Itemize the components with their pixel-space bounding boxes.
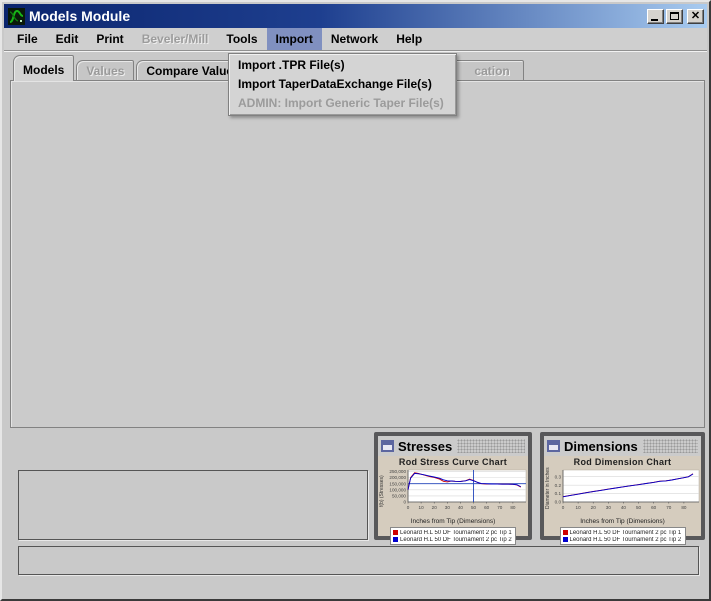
close-button[interactable]: ✕ <box>687 9 704 24</box>
dimension-chart-title: Rod Dimension Chart <box>546 457 699 467</box>
dimension-y-axis-label: Diameter in Inches <box>545 467 551 509</box>
legend-label: Leonard H.L 50 DF Tournament 2 pc Tip 2 <box>400 537 512 543</box>
svg-text:50: 50 <box>636 505 642 510</box>
svg-text:40: 40 <box>621 505 627 510</box>
dimensions-frame-title: Dimensions <box>564 439 638 454</box>
window-title: Models Module <box>29 8 645 24</box>
dimension-chart-panel: Rod Dimension Chart Diameter in Inches 0… <box>544 456 701 536</box>
svg-text:0.2: 0.2 <box>555 483 562 488</box>
tab-models[interactable]: Models <box>13 55 74 81</box>
frame-window-icon <box>381 440 394 452</box>
dimensions-frame-titlebar[interactable]: Dimensions <box>544 436 701 456</box>
svg-text:60: 60 <box>484 505 490 510</box>
minimize-button[interactable] <box>647 9 664 24</box>
svg-text:80: 80 <box>681 505 687 510</box>
legend-swatch-icon <box>393 537 398 542</box>
legend-label: Leonard H.L 50 DF Tournament 2 pc Tip 1 <box>570 530 682 536</box>
stresses-frame-titlebar[interactable]: Stresses <box>378 436 528 456</box>
legend-swatch-icon <box>563 537 568 542</box>
menu-import[interactable]: Import <box>267 28 322 50</box>
stress-chart-title: Rod Stress Curve Chart <box>380 457 526 467</box>
stresses-frame-title: Stresses <box>398 439 452 454</box>
dimension-chart: 0.0 0.1 0.2 0.3 0 10 20 30 40 50 60 70 80 <box>546 467 703 513</box>
svg-text:20: 20 <box>591 505 597 510</box>
maximize-icon <box>670 12 679 20</box>
menu-help[interactable]: Help <box>387 28 431 50</box>
stress-y-axis-label: f(b) (Stresses) <box>379 475 385 507</box>
status-panel-empty <box>18 546 699 575</box>
menu-bar: FileEditPrintBeveler/MillToolsImportNetw… <box>4 28 707 51</box>
maximize-button[interactable] <box>666 9 683 24</box>
svg-text:0.1: 0.1 <box>555 491 562 496</box>
svg-text:0: 0 <box>562 505 565 510</box>
legend-label: Leonard H.L 50 DF Tournament 2 pc Tip 1 <box>400 530 512 536</box>
svg-text:70: 70 <box>497 505 503 510</box>
stress-chart: 050,000100,000150,000200,000250,00001020… <box>380 467 530 513</box>
svg-text:0: 0 <box>407 505 410 510</box>
stress-chart-panel: Rod Stress Curve Chart f(b) (Stresses) 0… <box>378 456 528 536</box>
svg-text:30: 30 <box>445 505 451 510</box>
legend-entry: Leonard H.L 50 DF Tournament 2 pc Tip 1 <box>393 529 513 536</box>
menu-item-import-tpr-file-s[interactable]: Import .TPR File(s) <box>229 56 456 75</box>
legend-label: Leonard H.L 50 DF Tournament 2 pc Tip 2 <box>570 537 682 543</box>
svg-text:70: 70 <box>666 505 672 510</box>
svg-text:20: 20 <box>432 505 438 510</box>
svg-text:40: 40 <box>458 505 464 510</box>
legend-entry: Leonard H.L 50 DF Tournament 2 pc Tip 2 <box>393 536 513 543</box>
menu-file[interactable]: File <box>8 28 47 50</box>
svg-text:10: 10 <box>419 505 425 510</box>
svg-text:60: 60 <box>651 505 657 510</box>
stress-chart-legend: Leonard H.L 50 DF Tournament 2 pc Tip 1L… <box>390 527 516 545</box>
menu-print[interactable]: Print <box>87 28 132 50</box>
legend-entry: Leonard H.L 50 DF Tournament 2 pc Tip 1 <box>563 529 683 536</box>
svg-text:30: 30 <box>606 505 612 510</box>
tab-values[interactable]: Values <box>76 60 134 81</box>
dimension-x-axis-label: Inches from Tip (Dimensions) <box>546 518 699 526</box>
svg-text:50,000: 50,000 <box>392 494 406 499</box>
svg-text:10: 10 <box>576 505 582 510</box>
frame-window-icon <box>547 440 560 452</box>
svg-text:50: 50 <box>471 505 477 510</box>
menu-item-admin-import-generic-taper-file-s[interactable]: ADMIN: Import Generic Taper File(s) <box>229 94 456 113</box>
models-module-window: Models Module ✕ FileEditPrintBeveler/Mil… <box>0 0 711 601</box>
app-icon <box>8 8 25 25</box>
legend-entry: Leonard H.L 50 DF Tournament 2 pc Tip 2 <box>563 536 683 543</box>
menu-network[interactable]: Network <box>322 28 387 50</box>
title-bar[interactable]: Models Module ✕ <box>4 4 707 28</box>
import-dropdown-menu: Import .TPR File(s)Import TaperDataExcha… <box>228 53 457 116</box>
detail-panel-empty <box>18 470 368 540</box>
stresses-frame: Stresses Rod Stress Curve Chart f(b) (St… <box>374 432 532 540</box>
legend-swatch-icon <box>563 530 568 535</box>
titlebar-texture <box>643 439 698 453</box>
menu-beveler-mill[interactable]: Beveler/Mill <box>133 28 218 50</box>
svg-text:0.3: 0.3 <box>555 474 562 479</box>
minimize-icon <box>651 19 658 21</box>
tab-content-panel <box>10 80 705 428</box>
svg-text:100,000: 100,000 <box>389 487 406 492</box>
dimensions-frame: Dimensions Rod Dimension Chart Diameter … <box>540 432 705 540</box>
menu-tools[interactable]: Tools <box>217 28 266 50</box>
dimension-chart-legend: Leonard H.L 50 DF Tournament 2 pc Tip 1L… <box>560 527 686 545</box>
legend-swatch-icon <box>393 530 398 535</box>
stress-x-axis-label: Inches from Tip (Dimensions) <box>380 518 526 526</box>
svg-text:150,000: 150,000 <box>389 481 406 486</box>
svg-text:0: 0 <box>403 500 406 505</box>
svg-text:200,000: 200,000 <box>389 475 406 480</box>
titlebar-texture <box>457 439 525 453</box>
svg-text:80: 80 <box>510 505 516 510</box>
menu-edit[interactable]: Edit <box>47 28 88 50</box>
close-icon: ✕ <box>688 10 703 23</box>
svg-text:250,000: 250,000 <box>389 469 406 474</box>
svg-text:0.0: 0.0 <box>555 500 562 505</box>
menu-item-import-taperdataexchange-file-s[interactable]: Import TaperDataExchange File(s) <box>229 75 456 94</box>
